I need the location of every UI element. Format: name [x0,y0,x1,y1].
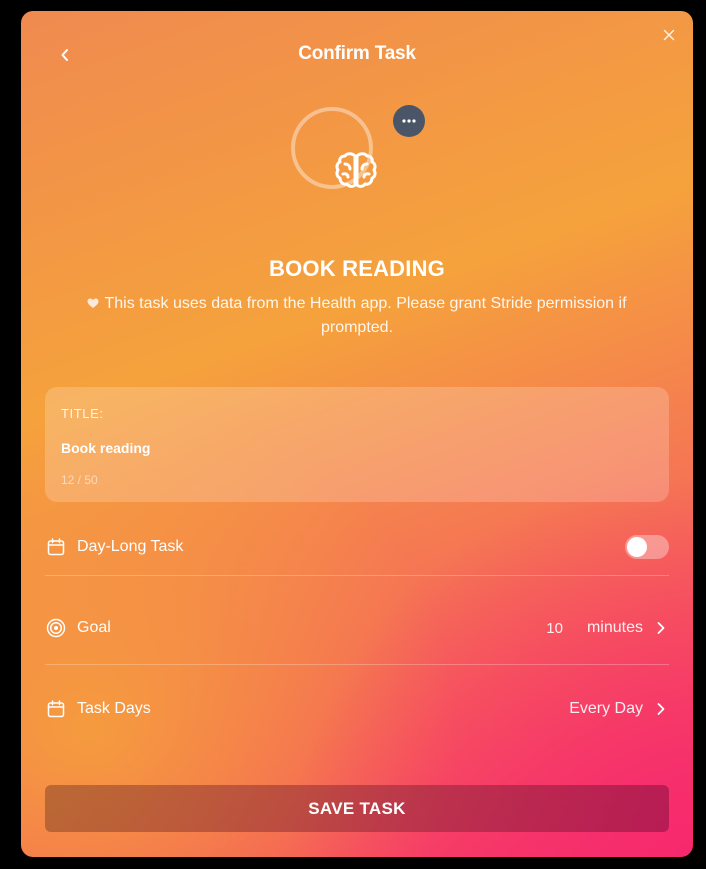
task-days-label: Task Days [77,700,151,717]
health-note-text: This task uses data from the Health app.… [104,295,627,336]
goal-value-group: 10 minutes [546,619,669,637]
calendar-icon [45,536,67,558]
divider [45,664,669,665]
title-input[interactable]: Book reading [61,440,150,456]
task-days-row[interactable]: Task Days Every Day [45,697,669,721]
save-task-button[interactable]: SAVE TASK [45,785,669,832]
goal-label: Goal [77,619,111,636]
chevron-right-icon [657,620,669,636]
divider [45,575,669,576]
title-label: TITLE: [61,406,104,421]
title-field[interactable]: TITLE: Book reading 12 / 50 [45,387,669,502]
task-days-value: Every Day [569,700,643,717]
brain-icon [335,152,377,188]
confirm-task-modal: Confirm Task BOOK READING This task uses… [21,11,693,857]
health-permission-note: This task uses data from the Health app.… [77,292,637,340]
goal-value[interactable]: 10 [546,620,563,637]
task-icon-area [291,105,425,215]
task-name-heading: BOOK READING [269,256,445,281]
heart-icon [87,298,99,308]
title-char-count: 12 / 50 [61,473,98,487]
toggle-knob [627,537,647,557]
chevron-right-icon [657,701,669,717]
modal-title: Confirm Task [298,43,416,64]
target-icon [45,617,67,639]
goal-unit: minutes [586,619,643,636]
day-long-task-row: Day-Long Task [45,535,669,559]
close-button[interactable] [659,25,679,45]
close-icon [663,29,675,41]
calendar-icon [45,698,67,720]
day-long-task-label: Day-Long Task [77,538,184,555]
ellipsis-icon [402,119,416,123]
goal-row[interactable]: Goal 10 minutes [45,616,669,640]
task-days-value-group: Every Day [569,700,669,718]
more-options-button[interactable] [393,105,425,137]
day-long-task-toggle[interactable] [625,535,669,559]
